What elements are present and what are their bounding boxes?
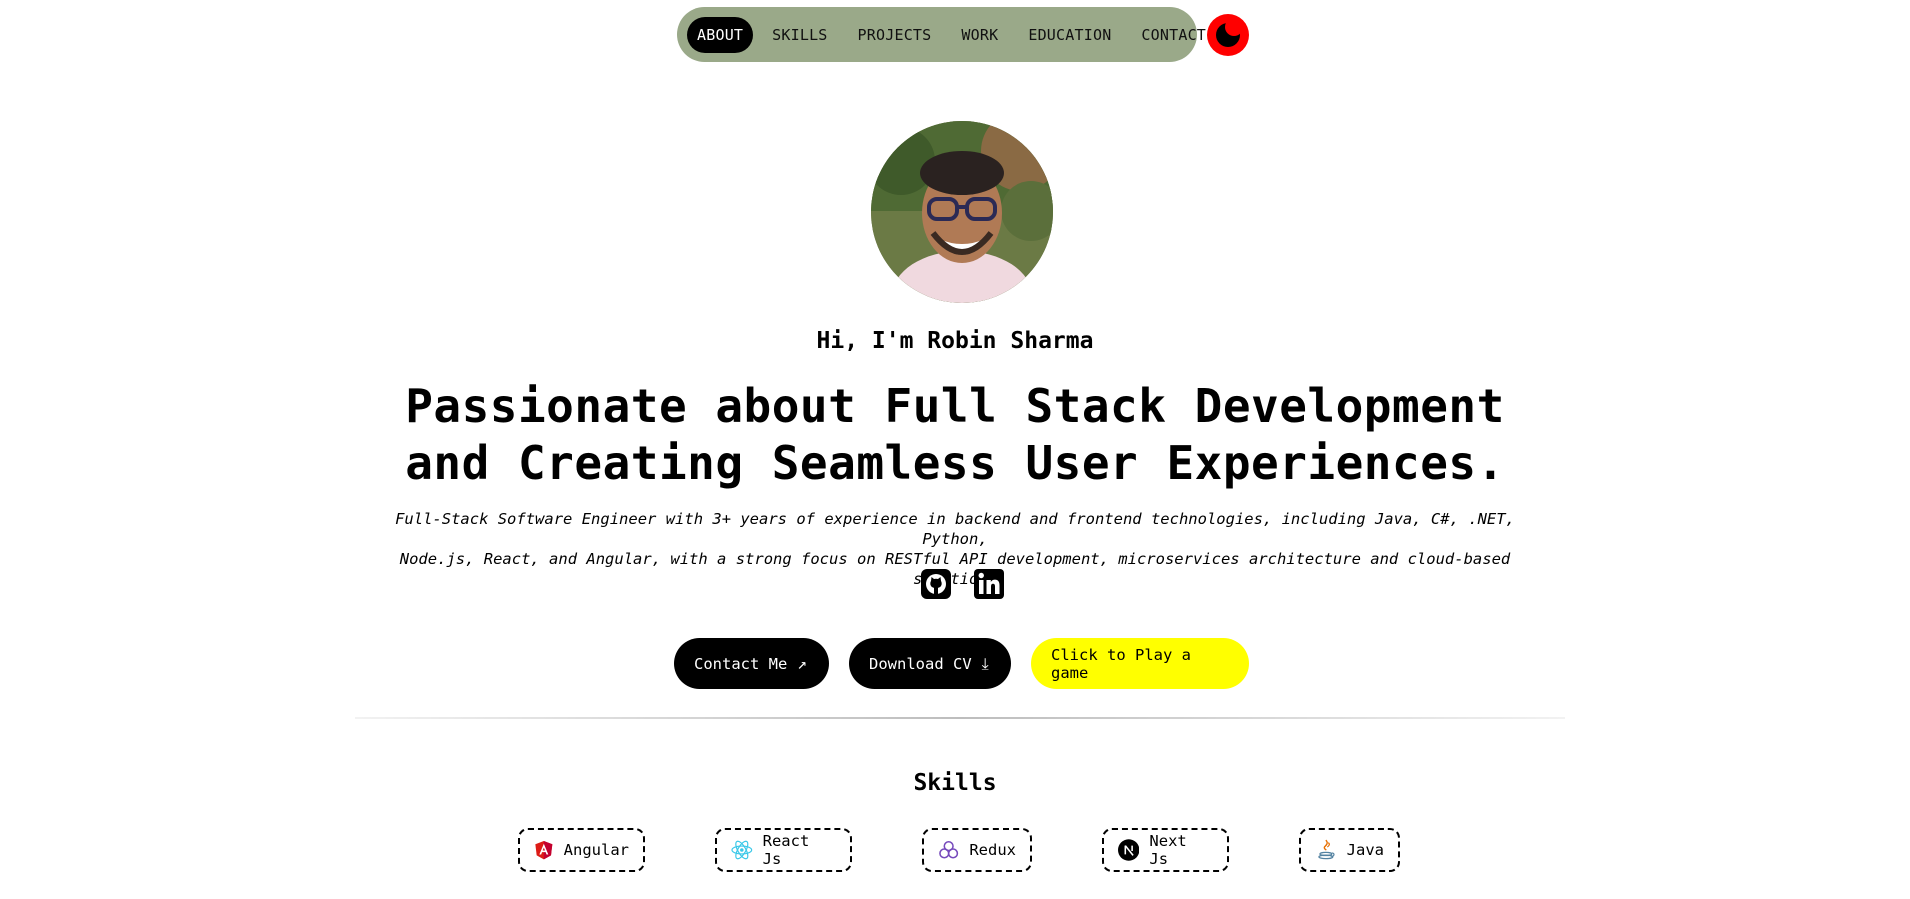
- top-navigation: ABOUT SKILLS PROJECTS WORK EDUCATION CON…: [677, 7, 1249, 62]
- play-game-button[interactable]: Click to Play a game: [1031, 638, 1249, 689]
- skill-label: React Js: [762, 832, 810, 868]
- nav-item-skills[interactable]: SKILLS: [761, 17, 838, 53]
- nav-item-work[interactable]: WORK: [950, 17, 1009, 53]
- skill-label: Next Js: [1149, 832, 1187, 868]
- java-icon: [1318, 839, 1335, 860]
- avatar-portrait: [871, 121, 1053, 303]
- linkedin-icon[interactable]: [974, 569, 1004, 599]
- cta-buttons: Contact Me ↗ Download CV ⤓ Click to Play…: [674, 638, 1249, 689]
- moon-icon-cutout: [1225, 17, 1243, 36]
- contact-me-button[interactable]: Contact Me ↗: [674, 638, 829, 689]
- hero-headline: Passionate about Full Stack Development …: [0, 378, 1910, 492]
- skill-chip-angular: Angular: [518, 828, 645, 872]
- github-icon[interactable]: [921, 569, 951, 599]
- react-icon: [731, 840, 753, 860]
- redux-icon: [939, 840, 959, 859]
- download-cv-button[interactable]: Download CV ⤓: [849, 638, 1011, 689]
- skill-chip-nextjs: Next Js: [1102, 828, 1229, 872]
- greeting: Hi, I'm Robin Sharma: [816, 328, 1094, 354]
- section-divider: [355, 717, 1565, 719]
- nav-item-contact[interactable]: CONTACT: [1130, 17, 1217, 53]
- skill-label: Angular: [563, 841, 629, 859]
- profile-avatar: [871, 121, 1053, 303]
- hero-headline-line2: and Creating Seamless User Experiences.: [405, 436, 1505, 490]
- skill-label: Java: [1346, 841, 1384, 859]
- skill-label: Redux: [969, 841, 1016, 859]
- hero-headline-line1: Passionate about Full Stack Development: [405, 379, 1505, 433]
- nav-pill: ABOUT SKILLS PROJECTS WORK EDUCATION CON…: [677, 7, 1206, 62]
- nav-item-about[interactable]: ABOUT: [687, 16, 754, 53]
- download-cv-label: Download CV: [869, 654, 972, 673]
- nextjs-icon: [1118, 839, 1140, 861]
- summary-line1: Full-Stack Software Engineer with 3+ yea…: [395, 510, 1515, 548]
- angular-icon: [535, 841, 553, 860]
- skill-chip-redux: Redux: [922, 828, 1032, 872]
- skills-list: Angular React Js Redux Next Js Java: [518, 828, 1400, 872]
- portfolio-page: ABOUT SKILLS PROJECTS WORK EDUCATION CON…: [0, 0, 1910, 899]
- theme-toggle-button[interactable]: [1207, 13, 1249, 56]
- nav-item-projects[interactable]: PROJECTS: [847, 17, 943, 53]
- play-game-label: Click to Play a game: [1051, 645, 1191, 682]
- skill-chip-java: Java: [1299, 828, 1400, 872]
- skills-title: Skills: [913, 770, 997, 796]
- social-links: [921, 569, 1004, 599]
- skill-chip-react: React Js: [715, 828, 852, 872]
- contact-me-label: Contact Me: [694, 654, 788, 673]
- download-icon: ⤓: [981, 653, 989, 673]
- nav-item-education[interactable]: EDUCATION: [1017, 17, 1122, 53]
- arrow-up-right-icon: ↗: [797, 654, 807, 673]
